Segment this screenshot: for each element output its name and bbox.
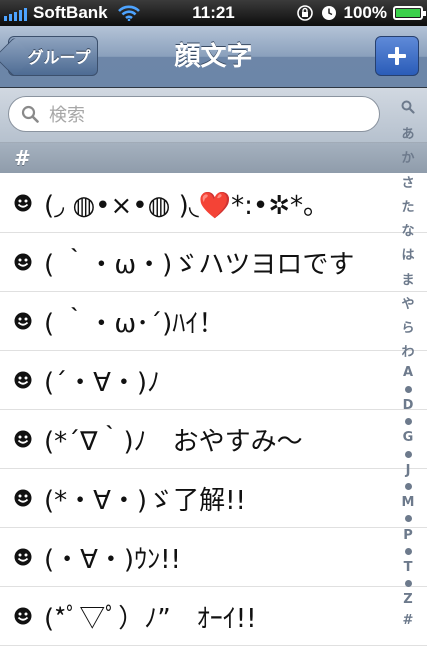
- back-button-groups[interactable]: グループ: [8, 36, 98, 76]
- index-dot[interactable]: [404, 418, 412, 426]
- plus-icon: [388, 47, 406, 65]
- battery-percent: 100%: [343, 3, 387, 22]
- search-input[interactable]: 検索: [8, 96, 380, 132]
- section-header: #: [0, 143, 427, 173]
- status-right: 100%: [296, 3, 426, 23]
- index-letter[interactable]: あ: [401, 123, 414, 142]
- smiley-icon: [14, 430, 32, 448]
- index-dot[interactable]: [404, 515, 412, 523]
- list-item[interactable]: ( ｀・ω･´)ﾊｲ！: [0, 292, 427, 351]
- add-button[interactable]: [375, 36, 419, 76]
- index-letter[interactable]: J: [406, 463, 411, 478]
- list-item[interactable]: (・∀・)ｳﾝ!!: [0, 528, 427, 587]
- page-title: 顔文字: [174, 42, 253, 72]
- index-letter[interactable]: ら: [401, 317, 414, 336]
- emoticon-text: ( ｀・ω・)ゞハツヨロです: [44, 249, 355, 280]
- smiley-icon: [14, 194, 32, 212]
- index-letter[interactable]: ま: [401, 269, 414, 288]
- search-placeholder: 検索: [49, 105, 85, 126]
- emoticon-text: (*´∇｀)ﾉ おやすみ〜: [44, 426, 303, 457]
- index-letter[interactable]: さ: [401, 172, 414, 191]
- battery-fill: [396, 9, 420, 17]
- emoticon-text: (*・∀・)ゞ了解!!: [44, 485, 246, 516]
- section-index[interactable]: あかさたなはまやらわ A D G J M P T Z #: [397, 100, 419, 628]
- index-letter[interactable]: G: [403, 430, 414, 445]
- index-letter[interactable]: D: [403, 398, 414, 413]
- smiley-icon: [14, 253, 32, 271]
- index-letter[interactable]: な: [401, 220, 414, 239]
- emoticon-text: (*ﾟ▽ﾟ）ﾉ” ｵｰｲ!!: [44, 603, 257, 634]
- index-letter[interactable]: か: [401, 147, 414, 166]
- emoticon-list: (◞ ◍•×•◍ )◟❤️*:•✲*。 ( ｀・ω・)ゞハツヨロです ( ｀・ω･´…: [0, 174, 427, 646]
- search-bar: 検索: [0, 88, 427, 143]
- index-letter[interactable]: わ: [401, 341, 414, 360]
- emoticon-text: ( ｀・ω･´)ﾊｲ！: [44, 308, 225, 339]
- smiley-icon: [14, 312, 32, 330]
- search-icon: [21, 105, 39, 123]
- index-letter[interactable]: は: [401, 244, 414, 263]
- index-letter[interactable]: #: [403, 613, 414, 628]
- rotation-lock-icon: [296, 5, 313, 21]
- index-letter[interactable]: P: [403, 528, 413, 543]
- smiley-icon: [14, 548, 32, 566]
- index-letter[interactable]: Z: [403, 592, 412, 607]
- list-item[interactable]: ( ｀・ω・)ゞハツヨロです: [0, 233, 427, 292]
- index-letter[interactable]: M: [402, 495, 415, 510]
- index-dot[interactable]: [404, 547, 412, 555]
- alarm-clock-icon: [321, 6, 336, 20]
- list-item[interactable]: (*・∀・)ゞ了解!!: [0, 469, 427, 528]
- emoticon-text: (◞ ◍•×•◍ )◟❤️*:•✲*。: [44, 190, 330, 221]
- list-item[interactable]: (´・∀・)ﾉ: [0, 351, 427, 410]
- list-item[interactable]: (*ﾟ▽ﾟ）ﾉ” ｵｰｲ!!: [0, 587, 427, 646]
- smiley-icon: [14, 371, 32, 389]
- navigation-bar: グループ 顔文字: [0, 26, 427, 88]
- index-letter[interactable]: T: [404, 560, 413, 575]
- index-letter[interactable]: A: [403, 365, 413, 380]
- smiley-icon: [14, 489, 32, 507]
- index-search-icon[interactable]: [401, 100, 415, 118]
- index-letter[interactable]: た: [401, 196, 414, 215]
- index-letter[interactable]: や: [401, 293, 414, 312]
- emoticon-text: (´・∀・)ﾉ: [44, 367, 161, 398]
- smiley-icon: [14, 607, 32, 625]
- list-item[interactable]: (*´∇｀)ﾉ おやすみ〜: [0, 410, 427, 469]
- battery-icon: [393, 6, 426, 20]
- index-dot[interactable]: [404, 482, 412, 490]
- back-button-label: グループ: [27, 48, 91, 67]
- index-dot[interactable]: [404, 385, 412, 393]
- index-dot[interactable]: [404, 580, 412, 588]
- emoticon-text: (・∀・)ｳﾝ!!: [44, 544, 181, 575]
- index-dot[interactable]: [404, 450, 412, 458]
- status-bar: SoftBank 11:21 100%: [0, 0, 427, 26]
- list-item[interactable]: (◞ ◍•×•◍ )◟❤️*:•✲*。: [0, 174, 427, 233]
